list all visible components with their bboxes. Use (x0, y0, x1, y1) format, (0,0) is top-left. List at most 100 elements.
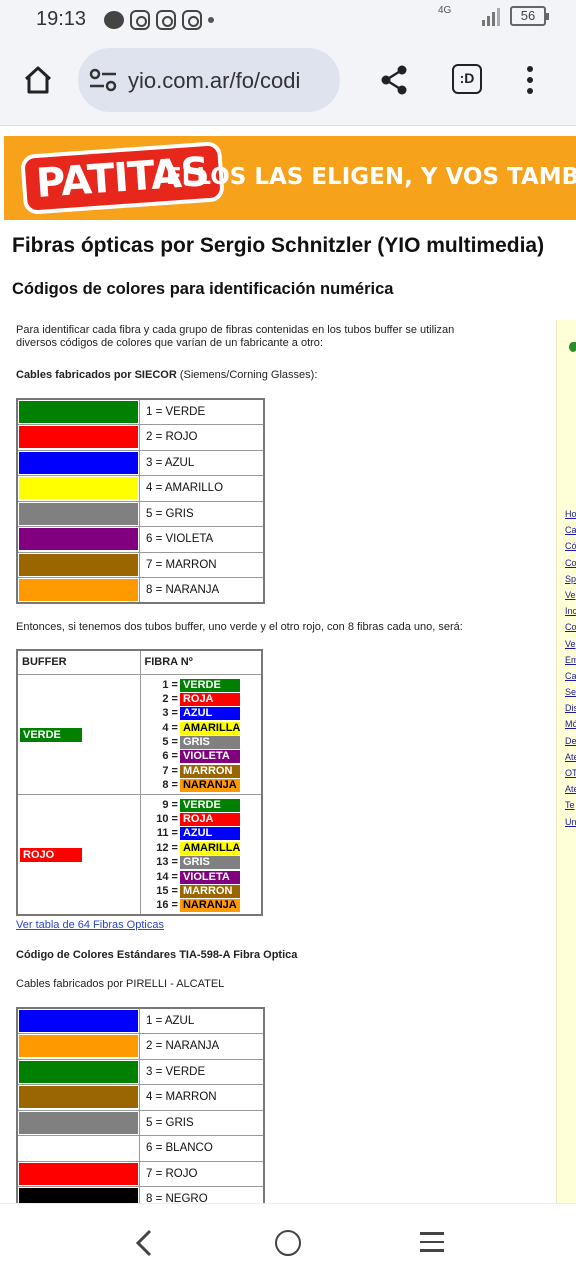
pirelli-caption: Cables fabricados por PIRELLI - ALCATEL (16, 978, 225, 990)
color-swatch (19, 1035, 138, 1058)
sidebar-link[interactable]: Inc (565, 603, 576, 619)
sidebar-link[interactable]: Có (565, 538, 576, 554)
fiber-color-tag: ROJA (179, 813, 240, 827)
tabs-button[interactable]: :D (452, 64, 482, 94)
sidebar-link[interactable]: Te (565, 797, 576, 813)
fiber-number: 14 (156, 870, 169, 883)
more-options-icon[interactable] (526, 66, 534, 96)
sidebar-link[interactable]: Ca (565, 668, 576, 684)
fiber-color-tag: AMARILLA (179, 841, 240, 855)
buffer-cell: VERDE (16, 673, 141, 795)
fiber-color-tag: VERDE (179, 678, 240, 692)
recent-apps-icon[interactable] (420, 1232, 444, 1252)
instagram-icon (156, 10, 176, 30)
sidebar-link[interactable]: Ho (565, 506, 576, 522)
color-code-label: 1 = AZUL (139, 1007, 264, 1034)
color-swatch (19, 1188, 138, 1203)
color-code-label: 8 = NARANJA (139, 577, 264, 604)
fiber-number: 7 (162, 764, 169, 777)
color-swatch (19, 1060, 138, 1083)
color-code-row: 2 = ROJO (16, 424, 264, 451)
home-icon[interactable] (22, 64, 54, 96)
fiber-color-tag: AZUL (179, 827, 240, 841)
sidebar-link[interactable]: Ate (565, 781, 576, 797)
example-text: Entonces, si tenemos dos tubos buffer, u… (16, 621, 463, 633)
equals-sign: = (171, 870, 178, 883)
sidebar-link[interactable]: Sp (565, 571, 576, 587)
fiber-number: 9 (162, 798, 169, 811)
color-swatch (19, 1086, 138, 1109)
color-swatch-cell (16, 500, 140, 527)
fiber-entry: 2 = ROJA (141, 692, 262, 706)
color-code-label: 2 = ROJO (139, 424, 264, 451)
equals-sign: = (171, 899, 178, 912)
sidebar-link[interactable]: Co (565, 619, 576, 635)
color-swatch-cell (16, 1186, 140, 1203)
color-swatch (19, 451, 138, 474)
color-swatch-cell (16, 1007, 140, 1034)
sidebar-link[interactable]: OT (565, 765, 576, 781)
share-icon[interactable] (378, 64, 410, 96)
header-fibra: FIBRA Nº (139, 649, 263, 675)
color-swatch (19, 502, 138, 525)
sidebar-link[interactable]: Ate (565, 749, 576, 765)
buffer-cell: ROJO (16, 793, 141, 916)
siecor-caption-bold: Cables fabricados por SIECOR (16, 369, 177, 381)
page-title: Fibras ópticas por Sergio Schnitzler (YI… (12, 234, 545, 257)
address-bar[interactable]: yio.com.ar/fo/codi (78, 48, 340, 112)
sidebar-link[interactable]: Se (565, 684, 576, 700)
color-code-row: 5 = GRIS (16, 1109, 264, 1136)
color-code-label: 2 = NARANJA (139, 1033, 264, 1060)
color-code-label: 5 = GRIS (139, 500, 264, 527)
color-code-label: 7 = MARRON (139, 551, 264, 578)
sidebar-link[interactable]: Mó (565, 716, 576, 732)
sidebar-link[interactable]: Co (565, 555, 576, 571)
equals-sign: = (171, 721, 178, 734)
sidebar-link[interactable]: De (565, 733, 576, 749)
siecor-caption-rest: (Siemens/Corning Glasses): (176, 369, 318, 381)
fiber-number: 5 (162, 736, 169, 749)
color-code-row: 7 = ROJO (16, 1160, 264, 1187)
color-swatch (19, 553, 138, 576)
sidebar: HoCaCóCoSpVeIncCoVeEmCaSeDisMóDeAteOTAte… (556, 320, 576, 1203)
fiber-number: 15 (156, 884, 169, 897)
fiber-color-tag: VERDE (179, 798, 240, 812)
page-content: Fibras ópticas por Sergio Schnitzler (YI… (0, 220, 576, 1203)
chat-bubble-icon (104, 11, 124, 29)
sidebar-link[interactable]: Em (565, 652, 576, 668)
tia-title: Código de Colores Estándares TIA-598-A F… (16, 949, 298, 961)
sidebar-link[interactable]: Un (565, 814, 576, 830)
color-swatch (19, 401, 138, 423)
equals-sign: = (171, 736, 178, 749)
color-swatch-cell (16, 1160, 140, 1187)
ad-banner[interactable]: PATITAS ELLOS LAS ELIGEN, Y VOS TAMBIÉN (4, 136, 576, 220)
site-settings-icon[interactable] (88, 68, 118, 92)
fiber-number: 3 (162, 707, 169, 720)
color-swatch-cell (16, 1109, 140, 1136)
color-code-row: 8 = NEGRO (16, 1186, 264, 1203)
fiber-entry: 15 = MARRON (141, 884, 262, 898)
color-swatch-cell (16, 424, 140, 451)
color-code-row: 2 = NARANJA (16, 1033, 264, 1060)
equals-sign: = (171, 750, 178, 763)
leaf-icon (569, 342, 576, 352)
color-swatch-cell (16, 398, 140, 425)
sidebar-link[interactable]: Ca (565, 522, 576, 538)
fiber-number: 4 (162, 721, 169, 734)
color-code-label: 7 = ROJO (139, 1160, 264, 1187)
equals-sign: = (171, 798, 178, 811)
back-icon[interactable] (132, 1228, 156, 1258)
sidebar-link[interactable]: Ve (565, 587, 576, 603)
fiber-color-tag: ROJA (179, 692, 240, 706)
sidebar-link[interactable]: Dis (565, 700, 576, 716)
link-64-fibers[interactable]: Ver tabla de 64 Fibras Opticas (16, 919, 164, 931)
color-swatch (19, 1111, 138, 1134)
sidebar-link[interactable]: Ve (565, 636, 576, 652)
home-nav-icon[interactable] (275, 1230, 301, 1256)
color-code-row: 4 = MARRON (16, 1084, 264, 1111)
color-swatch (19, 426, 138, 449)
network-type: 4G (438, 5, 452, 16)
equals-sign: = (171, 856, 178, 869)
equals-sign: = (171, 692, 178, 705)
fiber-entry: 5 = GRIS (141, 735, 262, 750)
